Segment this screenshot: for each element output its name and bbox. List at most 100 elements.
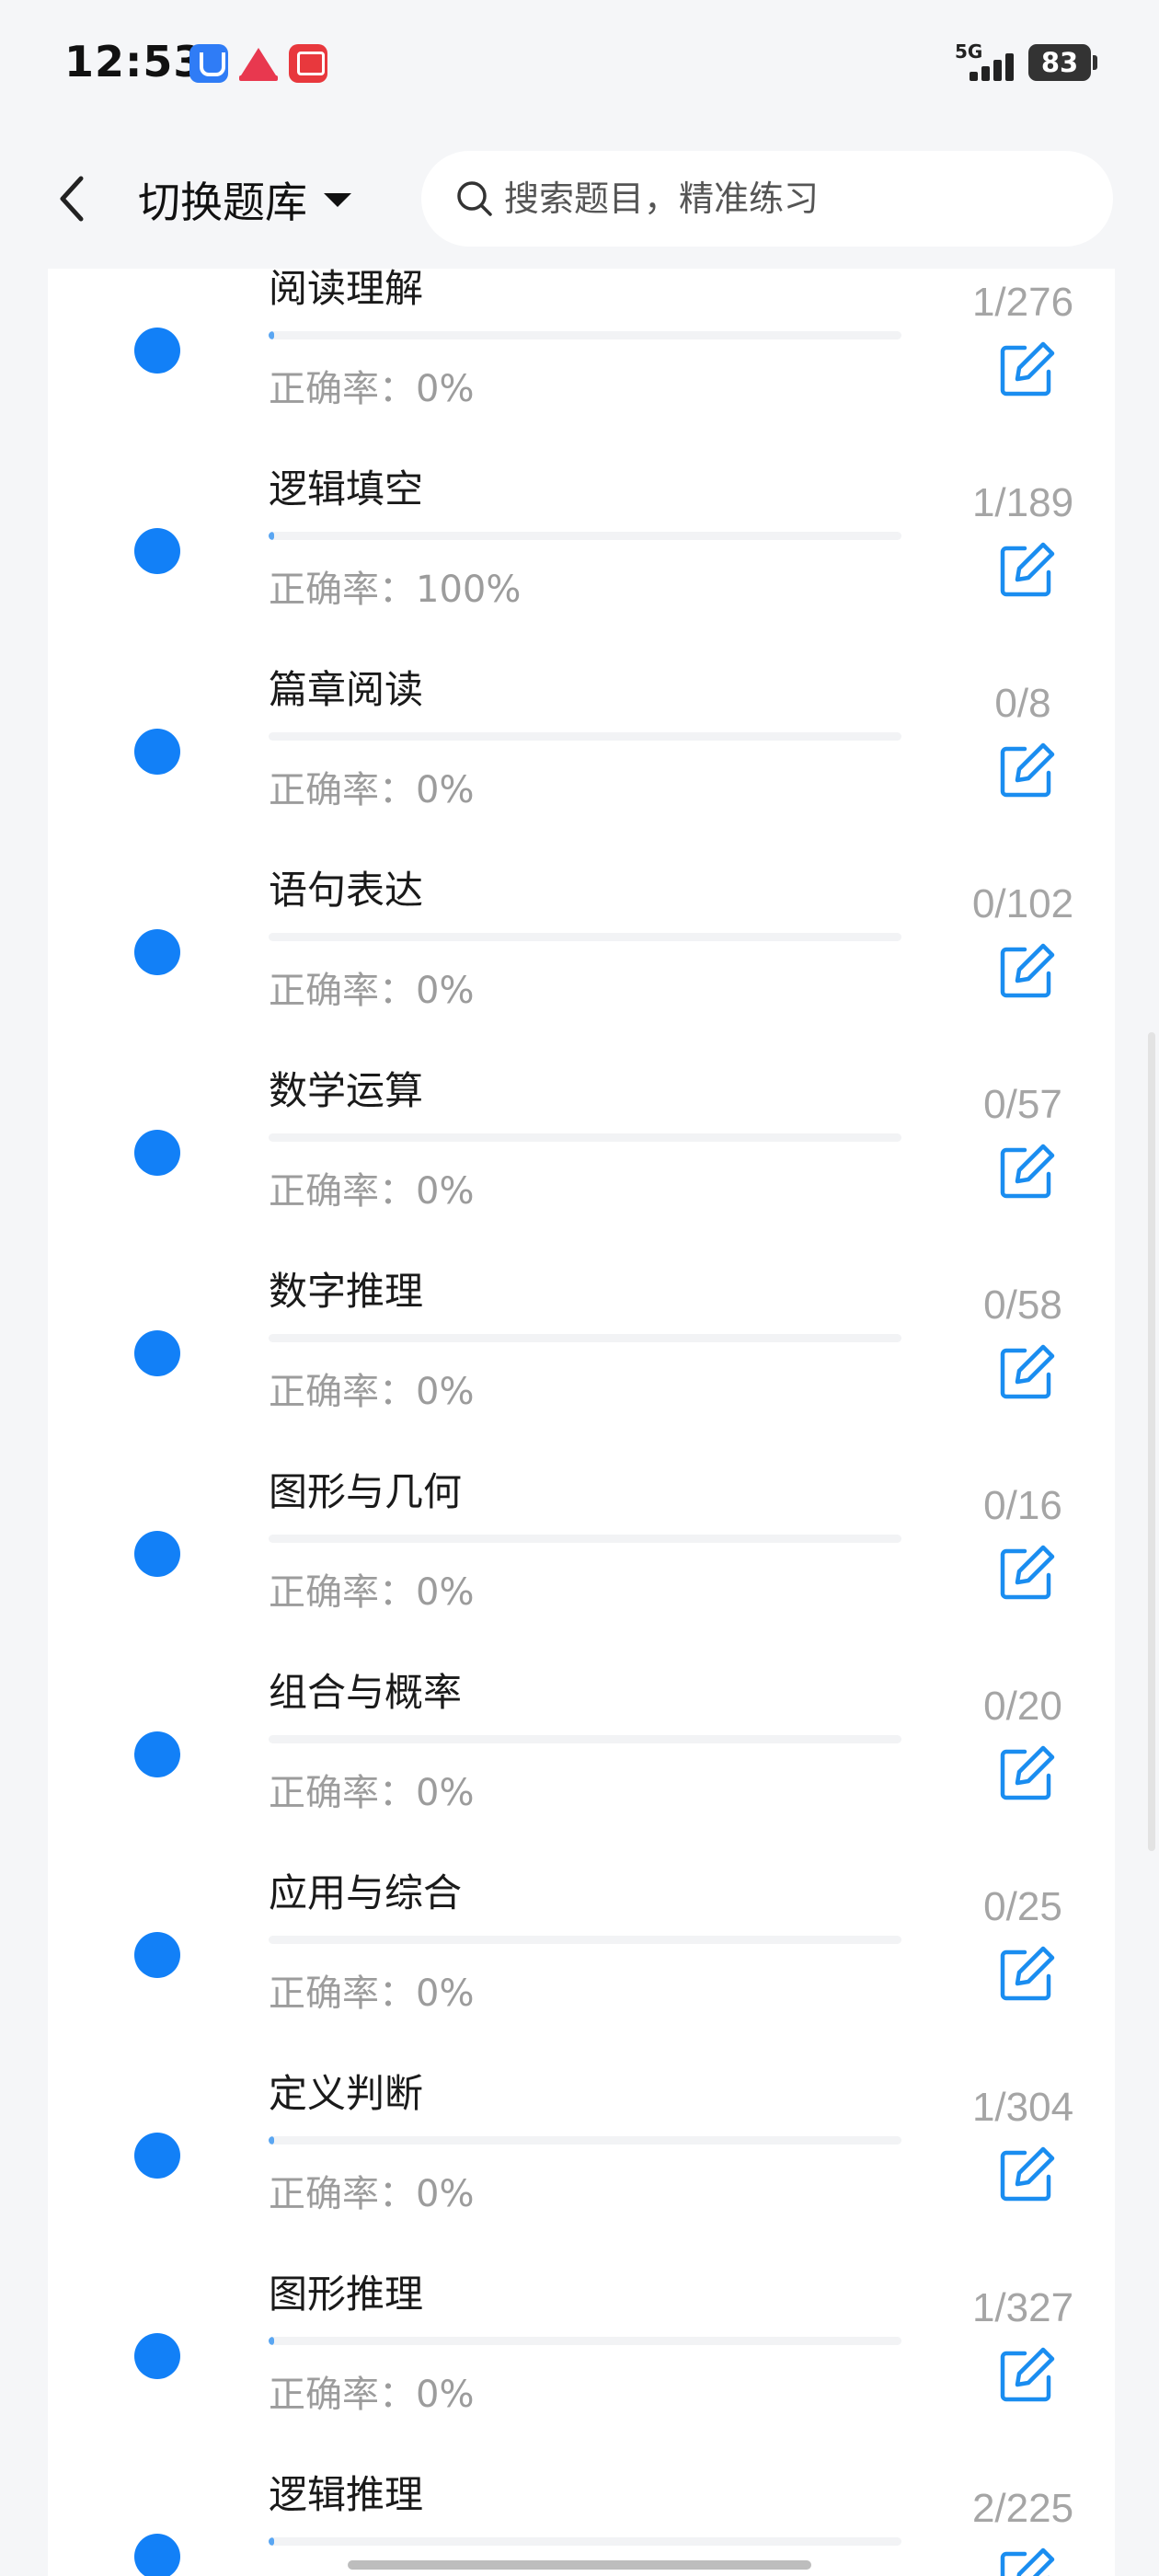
edit-icon [1000, 1344, 1055, 1399]
progress-bar [269, 2537, 901, 2546]
progress-bar [269, 1936, 901, 1944]
list-item[interactable]: 语句表达 正确率：0% 0/102 [48, 822, 1115, 1023]
item-title: 阅读理解 [269, 266, 424, 311]
bullet-dot-icon [134, 1130, 180, 1176]
item-title: 逻辑填空 [269, 466, 424, 512]
item-count: 2/225 [971, 2486, 1074, 2531]
item-accuracy: 正确率：0% [269, 970, 475, 1012]
item-count: 0/20 [983, 1684, 1062, 1729]
edit-icon [1000, 2347, 1055, 2402]
edit-button[interactable] [993, 2543, 1060, 2576]
progress-fill [269, 2537, 274, 2546]
item-title: 逻辑推理 [269, 2472, 424, 2517]
battery-icon: 83 [1028, 44, 1097, 81]
progress-bar [269, 732, 901, 741]
bullet-dot-icon [134, 1531, 180, 1577]
item-accuracy: 正确率：0% [269, 2173, 475, 2215]
signal-icon [970, 52, 1016, 81]
red-triangle-app-icon [239, 44, 278, 83]
item-count: 0/8 [994, 681, 1051, 726]
page: 12:53 5G 83 切换题库 搜索题目，精准练习 阅读理解 正确率：0% 1… [0, 0, 1159, 2576]
edit-button[interactable] [993, 1741, 1060, 1807]
bullet-dot-icon [134, 1330, 180, 1376]
edit-icon [1000, 341, 1055, 397]
progress-bar [269, 933, 901, 941]
item-accuracy: 正确率：0% [269, 1571, 475, 1614]
item-count: 1/304 [971, 2085, 1074, 2130]
category-list: 阅读理解 正确率：0% 1/276 逻辑填空 正确率：100% 1/189 篇章阅读 正确率：… [48, 266, 1115, 2576]
item-count: 0/16 [983, 1483, 1062, 1528]
item-title: 篇章阅读 [269, 667, 424, 712]
item-accuracy: 正确率：0% [269, 769, 475, 811]
list-item[interactable]: 数学运算正确率：0% 0/57 [48, 1023, 1115, 1224]
item-title: 图形与几何 [269, 1469, 463, 1514]
edit-icon [1000, 943, 1055, 998]
edit-icon [1000, 742, 1055, 798]
edit-button[interactable] [993, 738, 1060, 804]
list-item[interactable]: 篇章阅读正确率：0% 0/8 [48, 622, 1115, 822]
item-count: 0/102 [971, 881, 1074, 926]
progress-bar [269, 1133, 901, 1142]
progress-fill [269, 331, 274, 339]
bullet-dot-icon [134, 2133, 180, 2179]
edit-button[interactable] [993, 337, 1060, 403]
item-title: 组合与概率 [269, 1670, 463, 1715]
list-item[interactable]: 应用与综合 正确率：0% 0/25 [48, 1825, 1115, 2026]
item-count: 0/58 [983, 1282, 1062, 1328]
edit-icon [1000, 1745, 1055, 1800]
red-square-app-icon [289, 44, 327, 83]
progress-bar [269, 2337, 901, 2345]
bullet-dot-icon [134, 328, 180, 374]
progress-fill [269, 2337, 274, 2345]
list-item[interactable]: 阅读理解 正确率：0% 1/276 [48, 221, 1115, 421]
list-item[interactable]: 逻辑填空 正确率：100% 1/189 [48, 421, 1115, 622]
edit-button[interactable] [993, 1540, 1060, 1606]
progress-bar [269, 331, 901, 339]
item-count: 1/189 [971, 480, 1074, 525]
search-icon [457, 181, 492, 216]
list-item[interactable]: 组合与概率正确率：0% 0/20 [48, 1625, 1115, 1825]
item-title: 数学运算 [269, 1068, 424, 1113]
item-count: 1/327 [971, 2285, 1074, 2330]
progress-bar [269, 2136, 901, 2145]
edit-button[interactable] [993, 938, 1060, 1005]
item-count: 1/276 [971, 280, 1074, 325]
item-title: 数字推理 [269, 1269, 424, 1314]
list-item[interactable]: 逻辑推理 2/225 [48, 2427, 1115, 2576]
edit-button[interactable] [993, 1139, 1060, 1205]
item-count: 0/25 [983, 1884, 1062, 1929]
edit-icon [1000, 542, 1055, 597]
edit-icon [1000, 2547, 1055, 2576]
progress-fill [269, 532, 274, 540]
progress-bar [269, 1334, 901, 1342]
edit-icon [1000, 2146, 1055, 2202]
bullet-dot-icon [134, 929, 180, 975]
scrollbar[interactable] [1148, 1032, 1155, 1851]
edit-icon [1000, 1144, 1055, 1199]
status-time: 12:53 [64, 37, 204, 86]
list-item[interactable]: 图形与几何正确率：0% 0/16 [48, 1424, 1115, 1625]
item-title: 应用与综合 [269, 1870, 463, 1915]
bullet-dot-icon [134, 2534, 180, 2576]
bullet-dot-icon [134, 528, 180, 574]
item-accuracy: 正确率：0% [269, 2374, 475, 2416]
caret-down-icon [324, 192, 351, 207]
home-indicator[interactable] [348, 2560, 811, 2570]
item-accuracy: 正确率：0% [269, 1371, 475, 1413]
list-item[interactable]: 定义判断 正确率：0% 1/304 [48, 2026, 1115, 2226]
progress-bar [269, 1535, 901, 1543]
item-count: 0/57 [983, 1082, 1062, 1127]
edit-button[interactable] [993, 2142, 1060, 2208]
edit-button[interactable] [993, 1340, 1060, 1406]
item-accuracy: 正确率：0% [269, 1170, 475, 1213]
edit-button[interactable] [993, 537, 1060, 604]
list-item[interactable]: 数字推理正确率：0% 0/58 [48, 1224, 1115, 1424]
list-item[interactable]: 图形推理 正确率：0% 1/327 [48, 2226, 1115, 2427]
edit-button[interactable] [993, 2342, 1060, 2409]
edit-button[interactable] [993, 1941, 1060, 2007]
bullet-dot-icon [134, 729, 180, 775]
bullet-dot-icon [134, 2333, 180, 2379]
item-accuracy: 正确率：0% [269, 1772, 475, 1814]
search-input[interactable] [504, 178, 1056, 219]
bullet-dot-icon [134, 1731, 180, 1777]
